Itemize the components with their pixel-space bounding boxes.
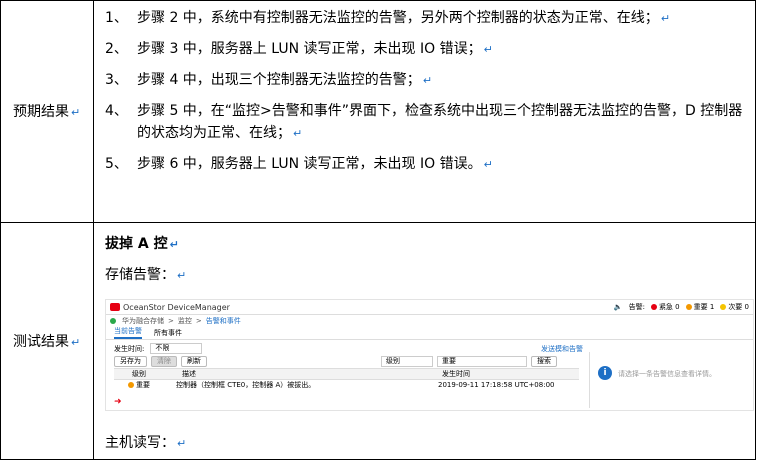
major-dot-icon bbox=[685, 304, 692, 310]
devicemanager-screenshot: OceanStor DeviceManager 🔈 告警: 紧急 0 重要 1 … bbox=[105, 299, 754, 411]
breadcrumb-item[interactable]: 监控 bbox=[178, 316, 192, 326]
critical-dot-icon bbox=[650, 304, 657, 310]
column-time[interactable]: 发生时间 bbox=[442, 369, 470, 379]
row-description: 控制器（控制框 CTE0，控制器 A）被拔出。 bbox=[176, 381, 316, 389]
alarm-tabs: 当前告警 所有事件 bbox=[106, 327, 753, 340]
huawei-logo-icon bbox=[110, 303, 120, 311]
app-title: OceanStor DeviceManager bbox=[123, 302, 230, 312]
minor-dot-icon bbox=[720, 304, 727, 310]
tab-all-events[interactable]: 所有事件 bbox=[154, 328, 182, 339]
row-divider bbox=[1, 222, 755, 223]
host-rw-label: 主机读写： ↵ bbox=[105, 435, 187, 451]
column-description[interactable]: 描述 bbox=[162, 369, 442, 379]
table-header: 级别 描述 发生时间 bbox=[114, 368, 579, 380]
time-select[interactable]: 不限 bbox=[150, 343, 203, 354]
clear-button[interactable]: 清除 bbox=[151, 356, 177, 367]
expected-result-label: 预期结果 ↵ bbox=[13, 104, 81, 120]
filter-label: 发生时间: bbox=[114, 344, 145, 353]
test-heading: 拔掉 A 控 ↵ bbox=[105, 236, 179, 252]
breadcrumb-item[interactable]: 告警和事件 bbox=[206, 316, 241, 326]
storage-alarm-label: 存储告警： ↵ bbox=[105, 267, 187, 283]
row-level: 重要 bbox=[136, 381, 150, 389]
alarm-count-major[interactable]: 重要 1 bbox=[685, 302, 714, 312]
expected-steps-list: 1、 步骤 2 中，系统中有控制器无法监控的告警，另外两个控制器的状态为正常、在线… bbox=[105, 7, 749, 184]
info-icon: i bbox=[598, 366, 612, 380]
result-table: 预期结果 ↵ 测试结果 ↵ 1、 步骤 2 中，系统中有控制器无法监控的告警，另外两个… bbox=[0, 0, 756, 460]
breadcrumb: 华为融合存储 > 监控 > 告警和事件 bbox=[106, 315, 753, 327]
app-titlebar: OceanStor DeviceManager 🔈 告警: 紧急 0 重要 1 … bbox=[106, 300, 753, 315]
level-select[interactable]: 级别 bbox=[381, 356, 433, 367]
step-item: 4、 步骤 5 中，在“监控>告警和事件”界面下，检查系统中出现三个控制器无法监控… bbox=[105, 103, 743, 141]
test-result-label: 测试结果 ↵ bbox=[13, 334, 81, 350]
step-item: 2、 步骤 3 中，服务器上 LUN 读写正常，未出现 IO 错误； ↵ bbox=[105, 41, 493, 57]
alarm-summary: 🔈 告警: 紧急 0 重要 1 次要 0 bbox=[614, 302, 749, 312]
alarm-count-minor[interactable]: 次要 0 bbox=[720, 302, 749, 312]
step-item: 3、 步骤 4 中，出现三个控制器无法监控的告警； ↵ bbox=[105, 72, 433, 88]
table-row[interactable]: 重要 控制器（控制框 CTE0，控制器 A）被拔出。 2019-09-11 17… bbox=[114, 380, 579, 390]
search-button[interactable]: 搜索 bbox=[531, 356, 557, 367]
status-dot-icon bbox=[110, 318, 116, 324]
breadcrumb-item[interactable]: 华为融合存储 bbox=[122, 316, 164, 326]
red-arrow-icon: ➜ bbox=[114, 397, 122, 407]
step-item: 5、 步骤 6 中，服务器上 LUN 读写正常，未出现 IO 错误。 ↵ bbox=[105, 156, 493, 172]
refresh-button[interactable]: 刷新 bbox=[181, 356, 207, 367]
save-as-button[interactable]: 另存为 bbox=[114, 356, 147, 367]
level-value-select[interactable]: 重要 bbox=[437, 356, 527, 367]
label-column bbox=[1, 1, 94, 459]
alarm-count-critical[interactable]: 紧急 0 bbox=[650, 302, 680, 312]
major-level-icon bbox=[128, 382, 134, 388]
detail-pane: i 请选择一条告警信息查看详情。 bbox=[589, 352, 750, 408]
send-alarm-link[interactable]: 发送模和告警 bbox=[541, 344, 583, 354]
tab-current-alarms[interactable]: 当前告警 bbox=[114, 326, 142, 339]
column-level[interactable]: 级别 bbox=[114, 369, 162, 379]
alarm-label: 告警: bbox=[628, 303, 645, 311]
detail-hint: 请选择一条告警信息查看详情。 bbox=[618, 370, 716, 378]
step-item: 1、 步骤 2 中，系统中有控制器无法监控的告警，另外两个控制器的状态为正常、在线… bbox=[105, 10, 671, 26]
row-time: 2019-09-11 17:18:58 UTC+08:00 bbox=[438, 381, 555, 389]
speaker-icon: 🔈 bbox=[613, 303, 623, 311]
